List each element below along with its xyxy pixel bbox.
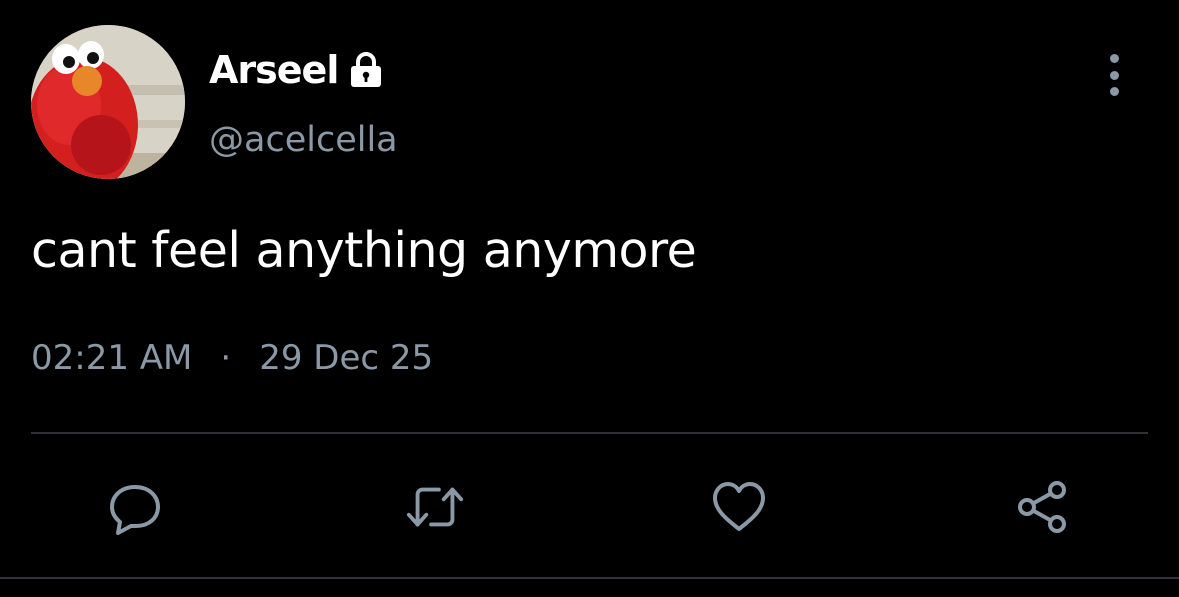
bottom-divider <box>0 577 1179 579</box>
display-name[interactable]: Arseel <box>209 46 339 94</box>
lock-icon <box>346 50 386 90</box>
more-options-button[interactable] <box>1096 54 1132 96</box>
share-button[interactable] <box>1012 476 1074 538</box>
tweet-text: cant feel anything anymore <box>31 222 697 279</box>
more-dot <box>1109 70 1119 80</box>
more-vertical-icon <box>1109 54 1119 63</box>
display-name-row[interactable]: Arseel <box>209 46 386 94</box>
reply-button[interactable] <box>104 476 166 538</box>
tweet-meta: 02:21 AM · 29 Dec 25 <box>31 336 433 380</box>
retweet-icon <box>406 487 464 527</box>
tweet-time[interactable]: 02:21 AM <box>31 336 192 380</box>
retweet-button[interactable] <box>404 476 466 538</box>
user-handle[interactable]: @acelcella <box>209 118 398 162</box>
share-icon <box>1018 481 1066 533</box>
more-dot <box>1109 87 1119 96</box>
tweet-date[interactable]: 29 Dec 25 <box>259 336 433 380</box>
like-button[interactable] <box>708 476 770 538</box>
reply-icon <box>110 485 160 535</box>
divider <box>31 432 1148 434</box>
avatar[interactable] <box>31 25 185 179</box>
like-icon <box>713 482 765 531</box>
meta-separator: · <box>220 338 232 378</box>
tweet-card: Arseel @acelcella cant feel anything any… <box>0 0 1179 597</box>
avatar-image <box>31 25 185 179</box>
